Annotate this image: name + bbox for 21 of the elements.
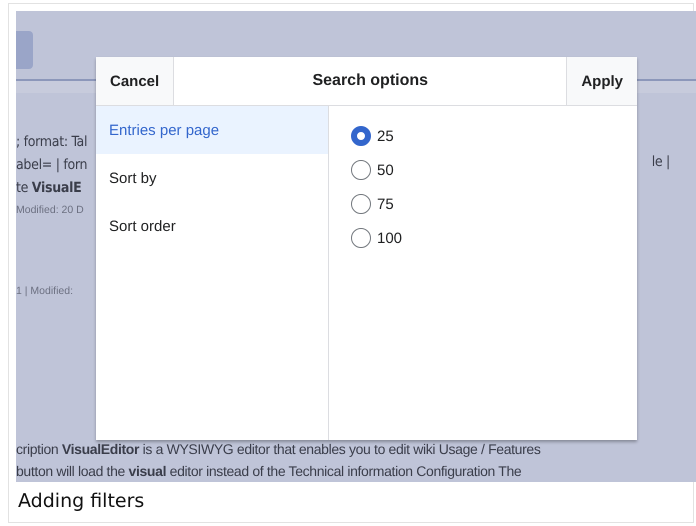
cancel-button[interactable]: Cancel xyxy=(96,57,174,105)
result-meta-text: Modified: 20 D xyxy=(16,203,85,218)
apply-button[interactable]: Apply xyxy=(566,57,637,105)
radio-label: 75 xyxy=(377,196,394,212)
result-snippet-text: te VisualE xyxy=(16,179,82,197)
result-snippet-text: ; format: Tal xyxy=(16,133,88,151)
result-snippet-text: cription VisualEditor is a WYSIWYG editor that enables you to edit wiki Usage / Features xyxy=(16,440,542,459)
figure-caption: Adding filters xyxy=(18,490,144,512)
result-snippet-text: button will load the visual editor instead of the Technical information Configuration The xyxy=(16,462,522,481)
radio-button[interactable] xyxy=(351,194,371,214)
result-snippet-text: le | xyxy=(652,153,670,172)
radio-button[interactable] xyxy=(351,228,371,248)
radio-button[interactable] xyxy=(351,160,371,180)
result-snippet-text: abel= | forn xyxy=(16,156,88,174)
menu-item[interactable]: Entries per page xyxy=(96,106,328,154)
result-meta-text: 1 | Modified: xyxy=(16,284,74,299)
radio-label: 25 xyxy=(377,128,394,144)
radio-button[interactable] xyxy=(351,126,371,146)
dialog-title: Search options xyxy=(312,72,428,90)
radio-label: 100 xyxy=(377,230,402,246)
radio-label: 50 xyxy=(377,162,394,178)
